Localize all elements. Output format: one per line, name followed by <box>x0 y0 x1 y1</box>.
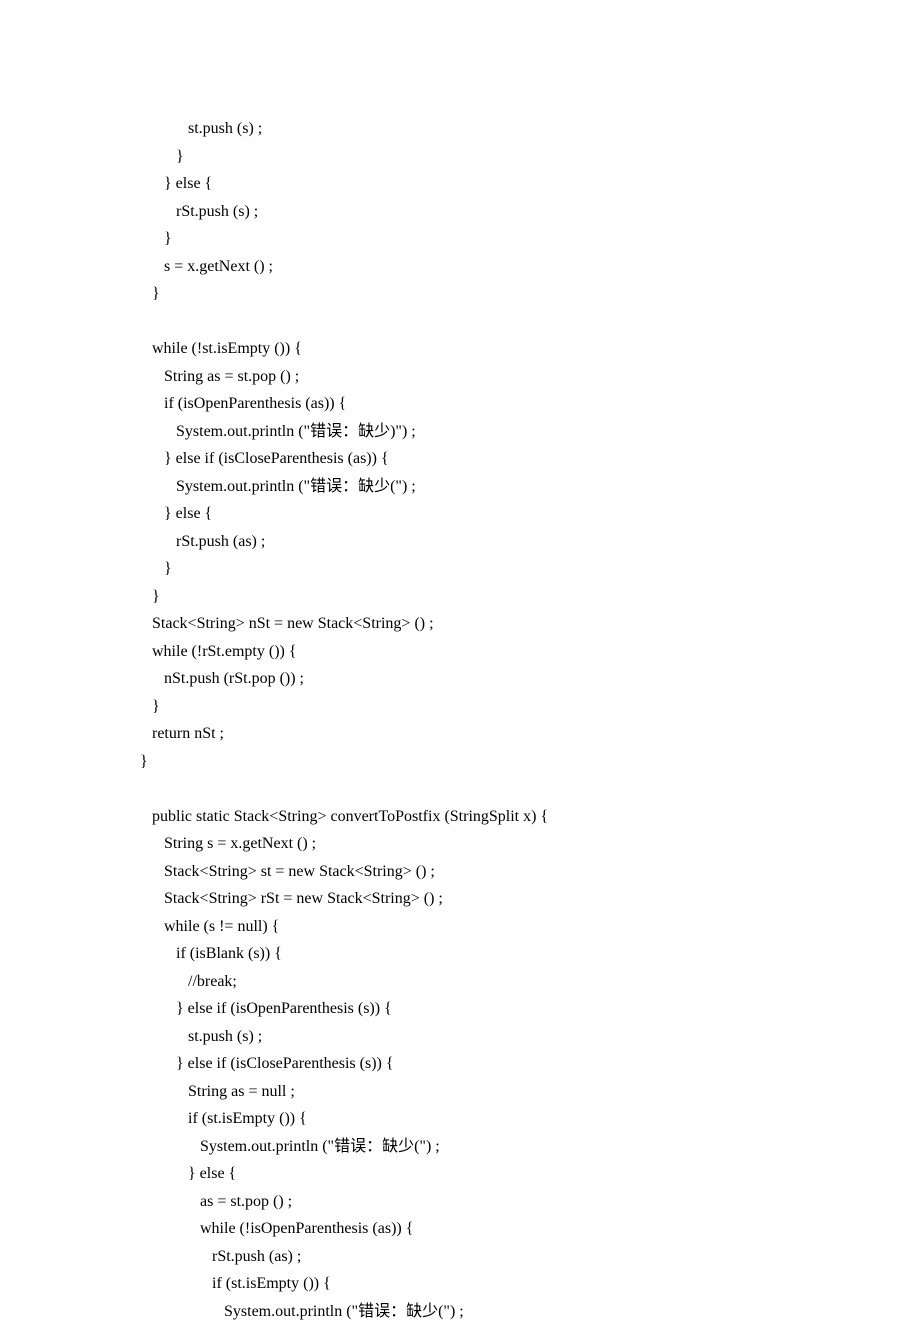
code-line: } else { <box>140 500 920 528</box>
code-line: while (!rSt.empty ()) { <box>140 638 920 666</box>
code-line: nSt.push (rSt.pop ()) ; <box>140 665 920 693</box>
code-block: st.push (s) ; } } else { rSt.push (s) ; … <box>140 115 920 1325</box>
code-line: } else { <box>140 1160 920 1188</box>
code-line: s = x.getNext () ; <box>140 253 920 281</box>
code-line: public static Stack<String> convertToPos… <box>140 803 920 831</box>
code-line: } <box>140 225 920 253</box>
code-line: System.out.println ("错误：缺少)") ; <box>140 418 920 446</box>
code-line: Stack<String> rSt = new Stack<String> ()… <box>140 885 920 913</box>
code-line: } <box>140 143 920 171</box>
code-line: return nSt ; <box>140 720 920 748</box>
code-line: String as = st.pop () ; <box>140 363 920 391</box>
code-line: } else if (isCloseParenthesis (s)) { <box>140 1050 920 1078</box>
code-line: } else if (isCloseParenthesis (as)) { <box>140 445 920 473</box>
code-line: st.push (s) ; <box>140 115 920 143</box>
code-line <box>140 308 920 336</box>
code-line: System.out.println ("错误：缺少(") ; <box>140 1133 920 1161</box>
code-line: Stack<String> st = new Stack<String> () … <box>140 858 920 886</box>
code-line: //break; <box>140 968 920 996</box>
code-line: } <box>140 693 920 721</box>
code-line: if (st.isEmpty ()) { <box>140 1105 920 1133</box>
code-line: rSt.push (as) ; <box>140 1243 920 1271</box>
code-line: rSt.push (s) ; <box>140 198 920 226</box>
code-line: if (isBlank (s)) { <box>140 940 920 968</box>
code-line: } else { <box>140 170 920 198</box>
code-line: } <box>140 583 920 611</box>
code-line: } <box>140 555 920 583</box>
code-line: String s = x.getNext () ; <box>140 830 920 858</box>
code-line: System.out.println ("错误：缺少(") ; <box>140 473 920 501</box>
code-line: st.push (s) ; <box>140 1023 920 1051</box>
code-line: } else if (isOpenParenthesis (s)) { <box>140 995 920 1023</box>
code-line: String as = null ; <box>140 1078 920 1106</box>
code-line: } <box>140 280 920 308</box>
code-line: rSt.push (as) ; <box>140 528 920 556</box>
code-line: Stack<String> nSt = new Stack<String> ()… <box>140 610 920 638</box>
code-line: if (isOpenParenthesis (as)) { <box>140 390 920 418</box>
code-line: while (!isOpenParenthesis (as)) { <box>140 1215 920 1243</box>
code-line: } <box>140 748 920 776</box>
code-line: as = st.pop () ; <box>140 1188 920 1216</box>
code-line: while (!st.isEmpty ()) { <box>140 335 920 363</box>
code-line: while (s != null) { <box>140 913 920 941</box>
code-page: st.push (s) ; } } else { rSt.push (s) ; … <box>0 0 920 1325</box>
code-line: if (st.isEmpty ()) { <box>140 1270 920 1298</box>
code-line <box>140 775 920 803</box>
